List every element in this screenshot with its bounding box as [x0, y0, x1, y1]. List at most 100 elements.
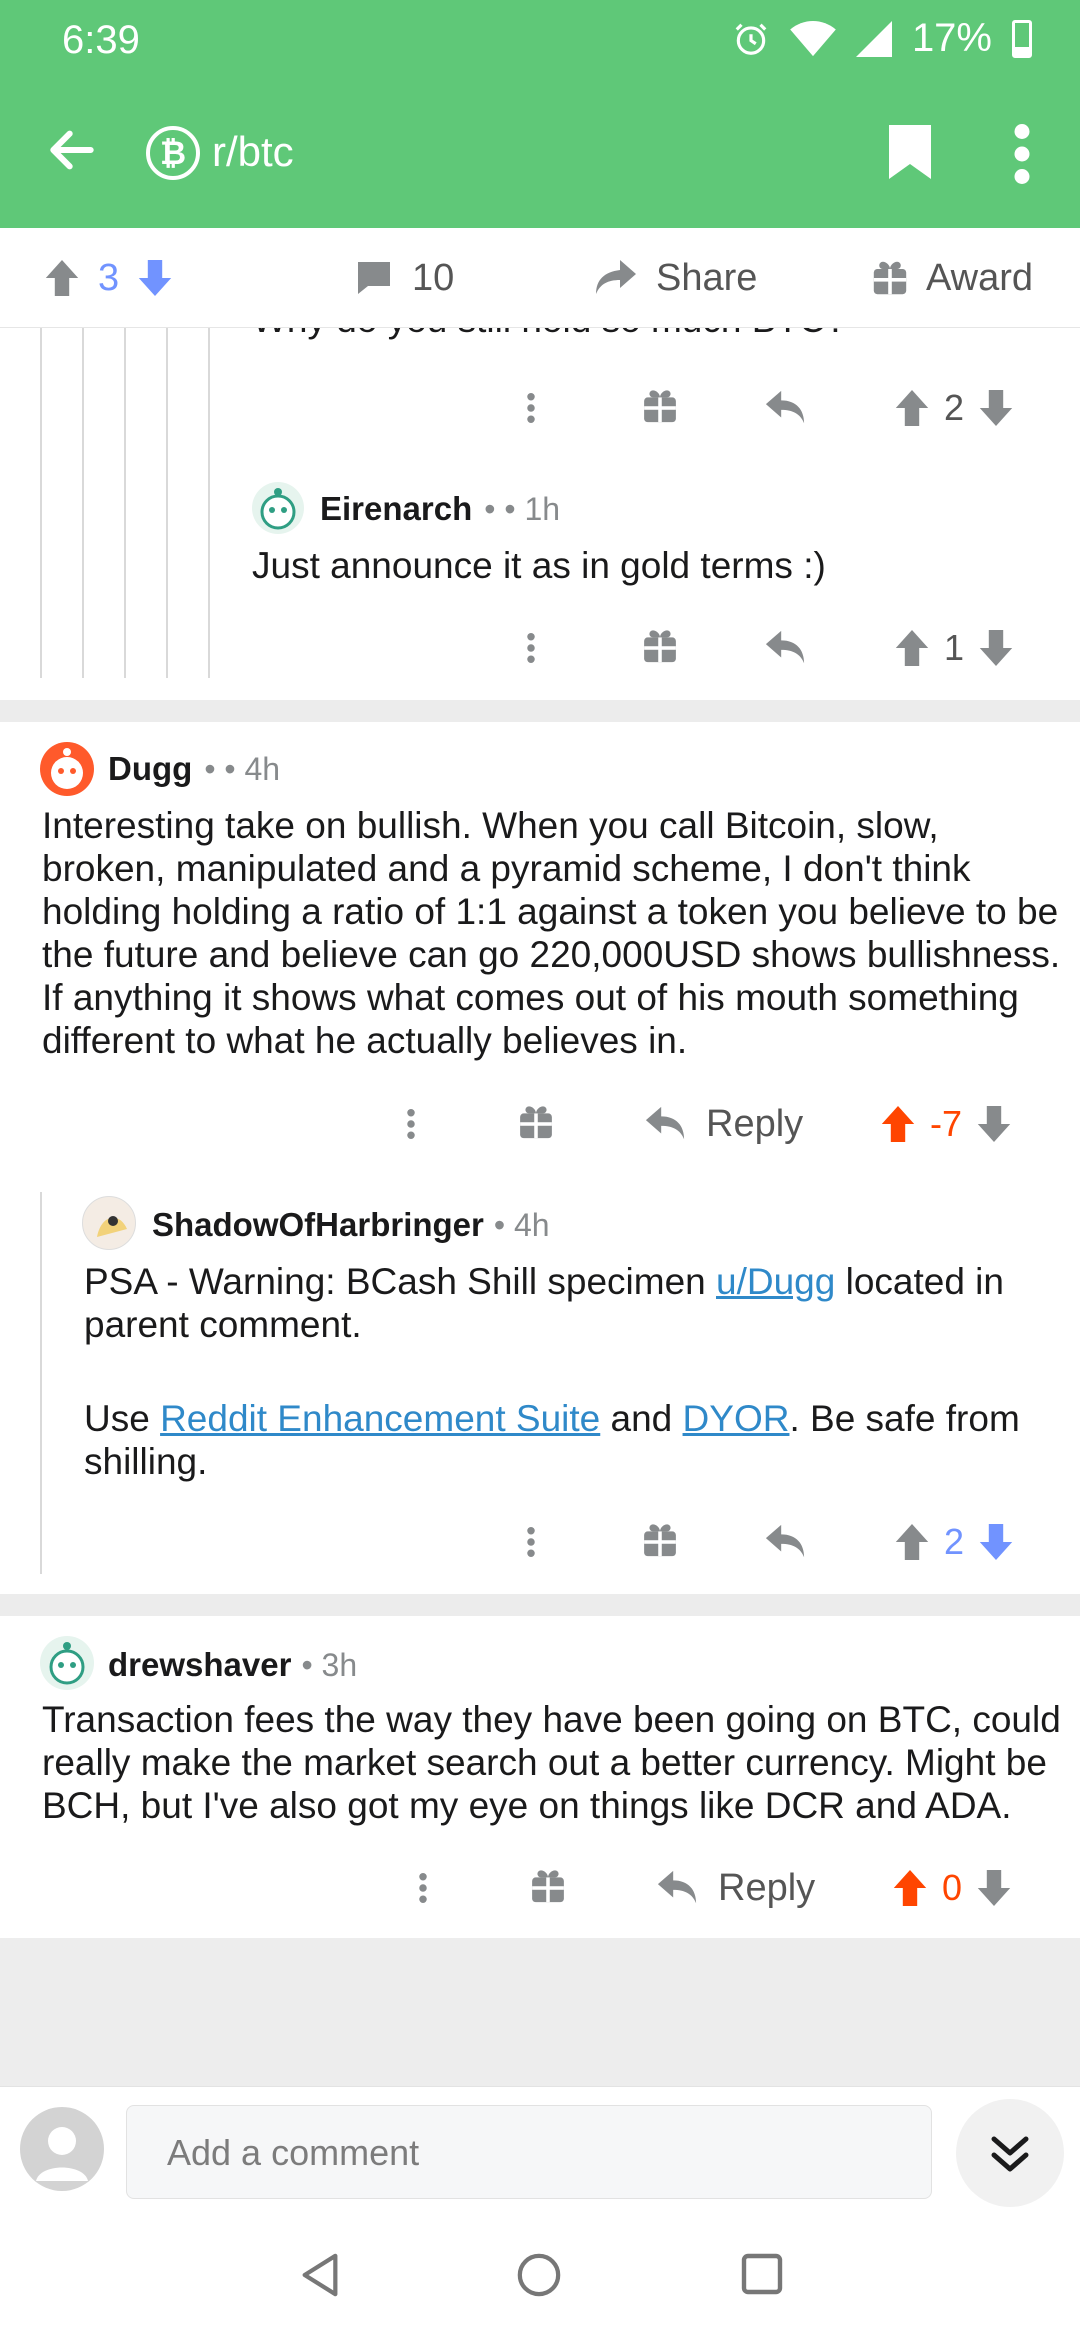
gift-icon[interactable]	[642, 1512, 678, 1572]
thread-line	[82, 328, 84, 678]
downvote-icon[interactable]	[976, 1868, 1012, 1908]
reply-label: Reply	[718, 1866, 816, 1909]
comment-body-line: Interesting take on bullish. When you ca…	[42, 805, 939, 846]
comment-author[interactable]: ShadowOfHarbringer	[152, 1206, 484, 1244]
more-vert-icon[interactable]	[526, 378, 536, 438]
downvote-icon[interactable]	[976, 1104, 1012, 1144]
comment-header: Dugg • • 4h	[108, 750, 280, 788]
nav-home-icon[interactable]	[516, 2252, 562, 2298]
share-label: Share	[656, 256, 758, 299]
comment-actions: 1	[500, 618, 1060, 678]
award-button[interactable]: Award	[872, 228, 1033, 328]
comment-score: 2	[944, 387, 965, 428]
text-span: Use	[84, 1398, 161, 1439]
downvote-icon[interactable]	[978, 628, 1014, 668]
comment-vote-group: 0	[892, 1858, 1012, 1918]
comment-body-line: If anything it shows what comes out of h…	[42, 977, 1019, 1018]
nav-back-icon[interactable]	[298, 2252, 342, 2298]
avatar[interactable]	[40, 742, 94, 796]
gift-icon[interactable]	[518, 1094, 554, 1154]
comments-button[interactable]: 10	[354, 228, 454, 328]
comment-meta: • 3h	[301, 1646, 358, 1683]
comment-paragraph-line: parent comment.	[84, 1304, 362, 1345]
comment-header: ShadowOfHarbringer • 4h	[152, 1206, 550, 1244]
reply-icon[interactable]	[764, 618, 806, 678]
back-arrow-icon[interactable]	[44, 122, 100, 178]
subreddit-name[interactable]: r/btc	[212, 128, 294, 176]
upvote-icon[interactable]	[894, 388, 930, 428]
comment-author[interactable]: Dugg	[108, 750, 192, 788]
comment-body: Just announce it as in gold terms :)	[252, 545, 826, 586]
comment-paragraph: PSA - Warning: BCash Shill specimen u/Du…	[84, 1260, 1054, 1303]
thread-line	[124, 328, 126, 678]
collapse-threads-button[interactable]	[956, 2099, 1064, 2207]
post-action-bar: 3 10 Share Award	[0, 228, 1080, 328]
upvote-icon[interactable]	[44, 258, 80, 298]
comment-body-line: Transaction fees the way they have been …	[42, 1699, 1061, 1740]
post-vote-group: 3	[44, 228, 173, 328]
more-vert-icon[interactable]	[526, 618, 536, 678]
upvote-icon[interactable]	[892, 1868, 928, 1908]
user-avatar[interactable]	[20, 2107, 104, 2191]
comment-vote-group: 1	[894, 618, 1014, 678]
comment-author[interactable]: Eirenarch	[320, 490, 472, 528]
text-span: located in	[835, 1261, 1004, 1302]
comment-meta: • • 4h	[204, 750, 281, 787]
gift-icon[interactable]	[642, 618, 678, 678]
text-span: . Be safe from	[789, 1398, 1020, 1439]
upvote-icon[interactable]	[894, 628, 930, 668]
comment-actions: Reply -7	[380, 1094, 1060, 1154]
more-vert-icon[interactable]	[526, 1512, 536, 1572]
upvote-icon[interactable]	[880, 1104, 916, 1144]
add-comment-input[interactable]: Add a comment	[126, 2105, 932, 2199]
comment-score: -7	[930, 1103, 963, 1144]
gift-icon	[873, 261, 907, 295]
reply-icon	[645, 1106, 685, 1140]
comment-actions: 2	[500, 378, 1060, 438]
user-avatar-icon	[97, 1216, 127, 1237]
upvote-icon[interactable]	[894, 1522, 930, 1562]
more-vert-icon[interactable]	[1010, 124, 1034, 184]
res-link[interactable]: Reddit Enhancement Suite	[160, 1398, 600, 1439]
gift-icon[interactable]	[642, 378, 678, 438]
comment-header: drewshaver • 3h	[108, 1646, 357, 1684]
reply-icon	[657, 1870, 697, 1904]
reply-icon[interactable]	[764, 378, 806, 438]
avatar[interactable]	[82, 1196, 136, 1250]
bookmark-icon[interactable]	[886, 122, 934, 182]
thread-line	[40, 1192, 42, 1574]
more-vert-icon[interactable]	[406, 1094, 416, 1154]
app-bar: 6:39 17% ₿ r/btc	[0, 0, 1080, 228]
gift-icon[interactable]	[530, 1858, 566, 1918]
avatar[interactable]	[40, 1636, 94, 1690]
downvote-icon[interactable]	[978, 388, 1014, 428]
alarm-icon	[735, 23, 767, 55]
bitcoin-icon[interactable]: ₿	[146, 126, 200, 180]
comment-score: 1	[944, 627, 965, 668]
reply-icon[interactable]	[764, 1512, 806, 1572]
dyor-link[interactable]: DYOR	[683, 1398, 790, 1439]
comment-header: Eirenarch • • 1h	[320, 490, 560, 528]
downvote-icon[interactable]	[137, 258, 173, 298]
reply-button[interactable]: Reply	[656, 1858, 815, 1918]
signal-icon	[855, 20, 892, 57]
comment-vote-group: 2	[894, 1512, 1014, 1572]
text-span: PSA - Warning: BCash Shill specimen	[84, 1261, 716, 1302]
comment-actions: Reply 0	[392, 1858, 1060, 1918]
avatar[interactable]	[252, 482, 304, 534]
reply-button[interactable]: Reply	[644, 1094, 803, 1154]
comment-paragraph-line: shilling.	[84, 1441, 208, 1482]
comment-vote-group: 2	[894, 378, 1014, 438]
text-span: and	[600, 1398, 683, 1439]
nav-recents-icon[interactable]	[740, 2252, 784, 2296]
comment-author[interactable]: drewshaver	[108, 1646, 291, 1684]
thread-line	[208, 328, 210, 678]
comment-actions: 2	[500, 1512, 1060, 1572]
downvote-icon[interactable]	[978, 1522, 1014, 1562]
double-chevron-down-icon	[991, 2136, 1029, 2172]
share-button[interactable]: Share	[594, 228, 757, 328]
more-vert-icon[interactable]	[418, 1858, 428, 1918]
user-link[interactable]: u/Dugg	[716, 1261, 835, 1302]
system-nav-bar	[0, 2210, 1080, 2340]
